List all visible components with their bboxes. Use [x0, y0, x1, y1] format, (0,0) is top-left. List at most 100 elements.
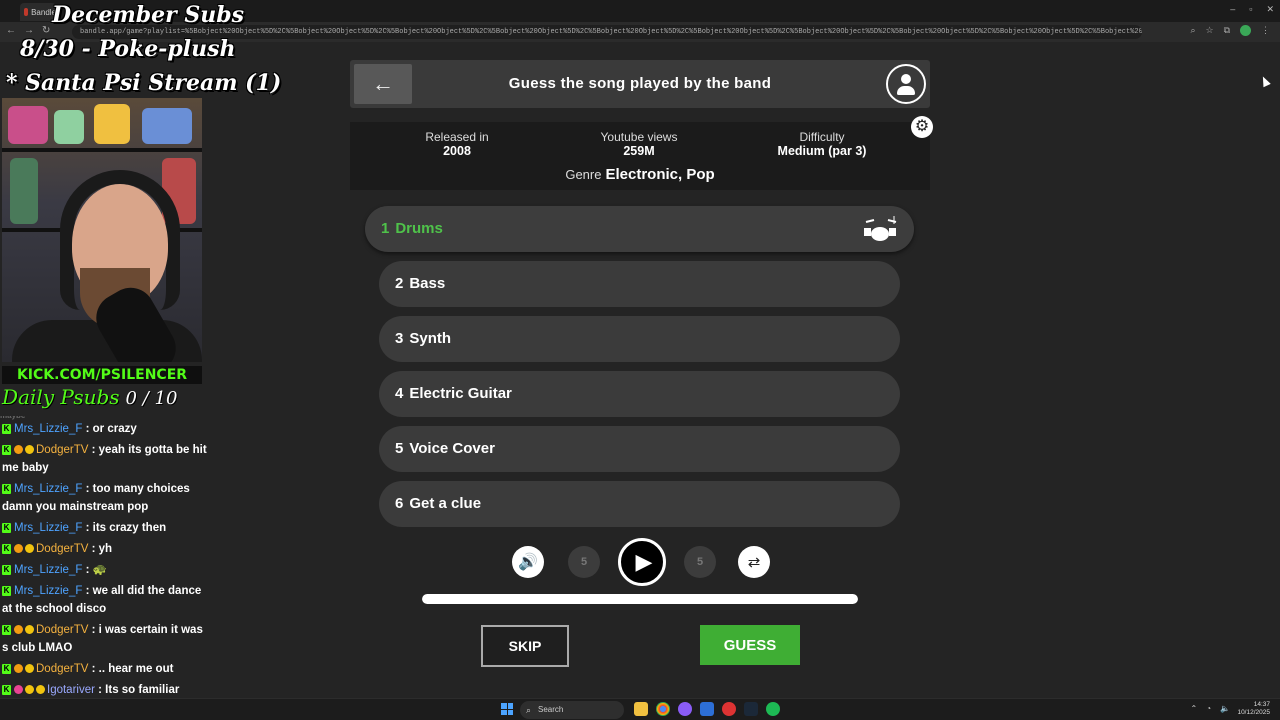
- chat-separator: :: [82, 585, 93, 597]
- webcam-feed: [2, 98, 202, 362]
- track-drums[interactable]: 1 Drums: [365, 206, 914, 252]
- back-button[interactable]: ←: [354, 64, 412, 104]
- vscode-icon[interactable]: [700, 702, 714, 716]
- play-button[interactable]: ▶: [618, 538, 666, 586]
- page-title: Guess the song played by the band: [508, 75, 772, 92]
- chrome-icon[interactable]: [656, 702, 670, 716]
- stream-chat: maybe KMrs_Lizzie_F : or crazyKDodgerTV …: [0, 416, 210, 720]
- overlay-subs-goal: 8/30 - Poke-plush: [20, 36, 236, 62]
- chat-username[interactable]: Mrs_Lizzie_F: [14, 522, 82, 534]
- chat-text: Its so familiar: [105, 684, 180, 696]
- overlay-subs-title: December Subs: [52, 2, 245, 28]
- chat-username[interactable]: DodgerTV: [36, 444, 88, 456]
- bookmark-star-icon[interactable]: ☆: [1205, 25, 1213, 36]
- chat-username[interactable]: Igotariver: [47, 684, 95, 696]
- reload-icon[interactable]: ↻: [42, 25, 50, 36]
- daily-psubs-label: Daily Psubs: [2, 385, 120, 409]
- forward-button[interactable]: 5: [684, 546, 716, 578]
- user-icon: [901, 74, 911, 84]
- track-synth[interactable]: 3 Synth: [379, 316, 900, 362]
- kick-badge-icon: K: [2, 585, 11, 596]
- kick-badge-icon: K: [2, 483, 11, 494]
- chat-separator: :: [82, 522, 93, 534]
- guess-button[interactable]: GUESS: [700, 625, 800, 665]
- crown-badge-icon: [36, 685, 45, 695]
- kick-channel-url: KICK.COM/PSILENCER: [2, 366, 202, 384]
- chat-username[interactable]: DodgerTV: [36, 663, 88, 675]
- chat-username[interactable]: Mrs_Lizzie_F: [14, 564, 82, 576]
- track-number: 2: [395, 275, 404, 292]
- chat-text: .. hear me out: [98, 663, 174, 675]
- track-label: Get a clue: [409, 495, 482, 512]
- system-tray: ⌃ ◔ 🔈: [1190, 704, 1230, 713]
- chevron-up-icon[interactable]: ⌃: [1190, 704, 1197, 713]
- chat-text: or crazy: [92, 423, 137, 435]
- taskbar-clock[interactable]: 14:37 10/12/2025: [1237, 701, 1270, 717]
- app-icon[interactable]: [722, 702, 736, 716]
- clock-time: 14:37: [1253, 701, 1270, 708]
- chat-username[interactable]: Mrs_Lizzie_F: [14, 423, 82, 435]
- minimize-icon[interactable]: –: [1230, 4, 1235, 15]
- genre-info: Genre Electronic, Pop: [350, 166, 930, 183]
- chat-message: K Mrs_Lizzie_F : we all did the dance at …: [0, 582, 210, 618]
- mouse-cursor-icon: [1259, 74, 1271, 88]
- profile-button[interactable]: [886, 64, 926, 104]
- kick-badge-icon: K: [2, 624, 11, 635]
- volume-icon[interactable]: 🔈: [1220, 704, 1230, 713]
- settings-gear-icon[interactable]: ⚙: [911, 116, 933, 138]
- volume-button[interactable]: 🔊: [512, 546, 544, 578]
- chat-username[interactable]: DodgerTV: [36, 624, 88, 636]
- file-explorer-icon[interactable]: [634, 702, 648, 716]
- coin-badge-icon: [25, 664, 34, 674]
- views-info: Youtube views 259M: [549, 130, 729, 158]
- views-value: 259M: [623, 144, 655, 158]
- track-bass[interactable]: 2 Bass: [379, 261, 900, 307]
- track-get-a-clue[interactable]: 6 Get a clue: [379, 481, 900, 527]
- repeat-off-icon: ⇄: [747, 554, 761, 571]
- browser-tab[interactable]: Bandle: [20, 3, 56, 21]
- close-icon[interactable]: ✕: [1266, 4, 1274, 15]
- sub-badge-icon: [14, 445, 23, 455]
- playback-progress-bar[interactable]: [422, 594, 858, 604]
- chat-message: K DodgerTV : .. hear me out: [0, 660, 210, 678]
- skip-button[interactable]: SKIP: [481, 625, 569, 667]
- chat-separator: :: [94, 684, 106, 696]
- chat-message: K DodgerTV : yh: [0, 540, 210, 558]
- song-info-panel: Released in 2008 Youtube views 259M Diff…: [350, 116, 933, 190]
- browser-profile-icon[interactable]: [1240, 25, 1251, 36]
- taskbar-search[interactable]: ⌕ Search: [520, 701, 624, 719]
- clock-date: 10/12/2025: [1237, 709, 1270, 716]
- forward-5-icon: 5: [696, 556, 704, 568]
- chat-username[interactable]: Mrs_Lizzie_F: [14, 483, 82, 495]
- coin-badge-icon: [25, 445, 34, 455]
- chat-message: K DodgerTV : yeah its gotta be hit me bab…: [0, 441, 210, 477]
- windows-start-icon[interactable]: [501, 703, 513, 715]
- overlay-subs-stream: * Santa Psi Stream (1): [6, 70, 282, 96]
- forward-arrow-icon[interactable]: →: [24, 25, 34, 36]
- chat-separator: :: [82, 564, 93, 576]
- back-arrow-icon[interactable]: ←: [6, 25, 16, 36]
- rewind-button[interactable]: 5: [568, 546, 600, 578]
- chat-username[interactable]: DodgerTV: [36, 543, 88, 555]
- zoom-icon[interactable]: ⌕: [1190, 25, 1195, 36]
- obs-icon[interactable]: [678, 702, 692, 716]
- released-info: Released in 2008: [367, 130, 547, 158]
- steam-icon[interactable]: [744, 702, 758, 716]
- track-label: Drums: [395, 220, 443, 237]
- maximize-icon[interactable]: ▫: [1249, 4, 1252, 15]
- chat-separator: :: [82, 483, 93, 495]
- menu-dots-icon[interactable]: ⋮: [1261, 25, 1270, 36]
- chat-username[interactable]: Mrs_Lizzie_F: [14, 585, 82, 597]
- repeat-button[interactable]: ⇄: [738, 546, 770, 578]
- speaker-icon: 🔊: [518, 554, 538, 571]
- track-voice-cover[interactable]: 5 Voice Cover: [379, 426, 900, 472]
- extensions-icon[interactable]: ⧉: [1224, 25, 1230, 36]
- chat-separator: :: [88, 543, 99, 555]
- network-icon[interactable]: ◔: [1206, 704, 1211, 713]
- browser-tools: ⌕ ☆ ⧉ ⋮: [1190, 25, 1270, 36]
- kick-badge-icon: K: [2, 564, 11, 575]
- kick-badge-icon: K: [2, 522, 11, 533]
- spotify-icon[interactable]: [766, 702, 780, 716]
- track-electric-guitar[interactable]: 4 Electric Guitar: [379, 371, 900, 417]
- window-controls: – ▫ ✕: [1230, 4, 1274, 15]
